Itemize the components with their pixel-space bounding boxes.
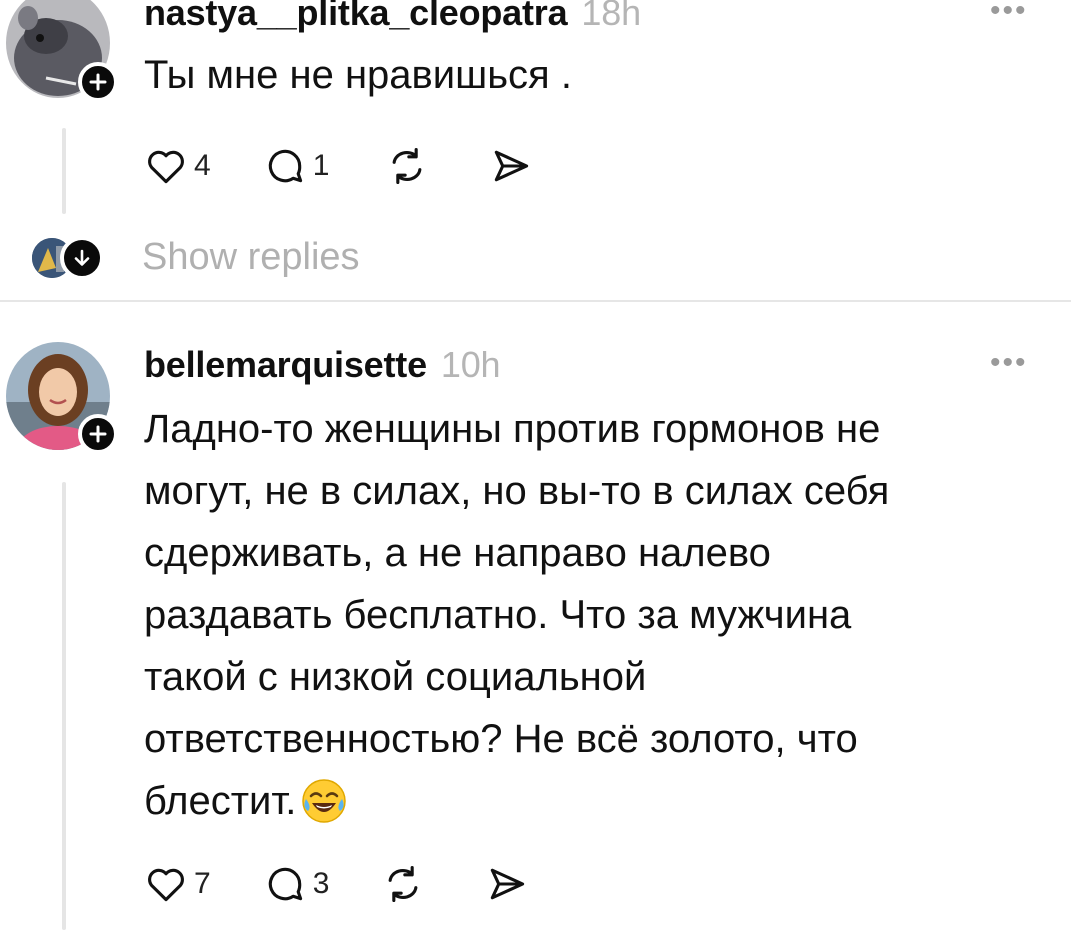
heart-icon [148, 868, 184, 902]
repost-button[interactable] [381, 862, 425, 906]
comment-actions: 4 1 [144, 144, 533, 188]
reply-button[interactable]: 1 [263, 144, 330, 188]
reply-count: 3 [312, 867, 330, 900]
show-replies-label[interactable]: Show replies [142, 236, 360, 279]
comment-text-line: сдерживать, а не направо налево [144, 531, 771, 575]
username-text[interactable]: nastya__plitka_cleopatra [144, 0, 568, 33]
arrow-down-icon [74, 249, 90, 266]
comment-text-line: блестит. [144, 779, 297, 823]
repost-icon [392, 147, 422, 185]
comment-text-line: ответственностью? Не всё золото, что [144, 717, 858, 761]
repost-button[interactable] [385, 144, 429, 188]
comment-text-line: раздавать бесплатно. Что за мужчина [144, 593, 852, 637]
comment-username[interactable]: bellemarquisette 10h [144, 344, 501, 386]
comment-icon [268, 149, 302, 183]
expand-replies-badge[interactable] [60, 236, 104, 280]
show-replies-row[interactable]: Show replies [32, 232, 432, 288]
reply-count: 1 [312, 149, 330, 182]
share-icon [491, 868, 525, 900]
more-options-button[interactable]: ••• [990, 346, 1028, 380]
share-button[interactable] [489, 144, 533, 188]
comment-timestamp: 18h [581, 0, 641, 33]
comment-text: Ладно-то женщины против гормонов не могу… [144, 398, 1044, 832]
follow-plus-badge[interactable] [78, 62, 118, 102]
like-button[interactable]: 7 [144, 862, 211, 906]
repost-icon [388, 865, 418, 903]
reply-button[interactable]: 3 [263, 862, 330, 906]
comment-timestamp: 10h [440, 344, 501, 385]
face-with-tears-of-joy-icon [302, 779, 347, 823]
plus-icon [89, 73, 107, 91]
share-button[interactable] [485, 862, 529, 906]
comment-icon [268, 867, 302, 901]
thread-line [62, 482, 66, 930]
more-icon: ••• [990, 346, 1028, 379]
plus-icon [89, 425, 107, 443]
comment-last-line: блестит. [144, 770, 1044, 832]
comment-username[interactable]: nastya__plitka_cleopatra 18h [144, 0, 641, 34]
comment-text-line: могут, не в силах, но вы-то в силах себя [144, 469, 890, 513]
like-count: 7 [194, 867, 211, 900]
like-button[interactable]: 4 [144, 144, 211, 188]
more-icon: ••• [990, 0, 1028, 27]
comment-text-line: Ладно-то женщины против гормонов не [144, 407, 881, 451]
comment-divider [0, 300, 1071, 302]
username-text[interactable]: bellemarquisette [144, 344, 427, 385]
comment-text-line: такой с низкой социальной [144, 655, 647, 699]
follow-plus-badge[interactable] [78, 414, 118, 454]
comment-text: Ты мне не нравишься . [144, 53, 572, 97]
like-count: 4 [194, 149, 211, 182]
heart-icon [148, 150, 184, 184]
thread-line [62, 128, 66, 214]
more-options-button[interactable]: ••• [990, 0, 1028, 28]
share-icon [495, 150, 529, 182]
comment-actions: 7 3 [144, 862, 529, 906]
